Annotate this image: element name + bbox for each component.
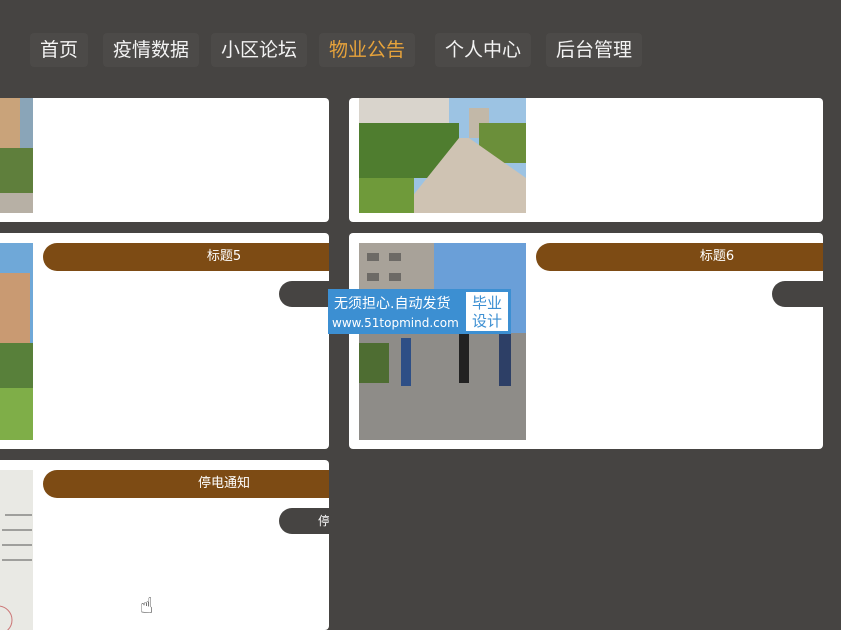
card-subtitle (279, 281, 329, 307)
card-title[interactable]: 标题6 (536, 243, 823, 271)
card-image (359, 98, 526, 213)
notice-card[interactable]: 停电通知 停电通知 (0, 460, 329, 630)
watermark-line2: www.51topmind.com (332, 316, 459, 330)
top-nav: 首页 疫情数据 小区论坛 物业公告 个人中心 后台管理 (0, 0, 841, 98)
card-image (0, 243, 33, 440)
card-subtitle: 停电通知 (279, 508, 329, 534)
card-title[interactable]: 标题5 (43, 243, 329, 271)
nav-community-forum[interactable]: 小区论坛 (211, 33, 308, 67)
nav-home[interactable]: 首页 (30, 33, 89, 67)
hand-cursor-icon: ☝ (140, 594, 154, 619)
notice-card[interactable]: 标题5 (0, 233, 329, 449)
nav-epidemic-data[interactable]: 疫情数据 (103, 33, 200, 67)
notice-card[interactable] (0, 98, 329, 222)
watermark-badge: 毕业设计 (466, 292, 508, 331)
notice-card[interactable] (349, 98, 823, 222)
card-subtitle (772, 281, 823, 307)
card-image (0, 470, 33, 630)
nav-personal-center[interactable]: 个人中心 (435, 33, 532, 67)
nav-property-notice[interactable]: 物业公告 (319, 33, 416, 67)
card-image (0, 98, 33, 213)
card-image (359, 243, 526, 440)
watermark-line1: 无须担心.自动发货 (334, 296, 451, 312)
watermark: 无须担心.自动发货 www.51topmind.com 毕业设计 (328, 289, 511, 334)
notice-card[interactable]: 标题6 (349, 233, 823, 449)
nav-admin[interactable]: 后台管理 (546, 33, 643, 67)
card-title[interactable]: 停电通知 (43, 470, 329, 498)
